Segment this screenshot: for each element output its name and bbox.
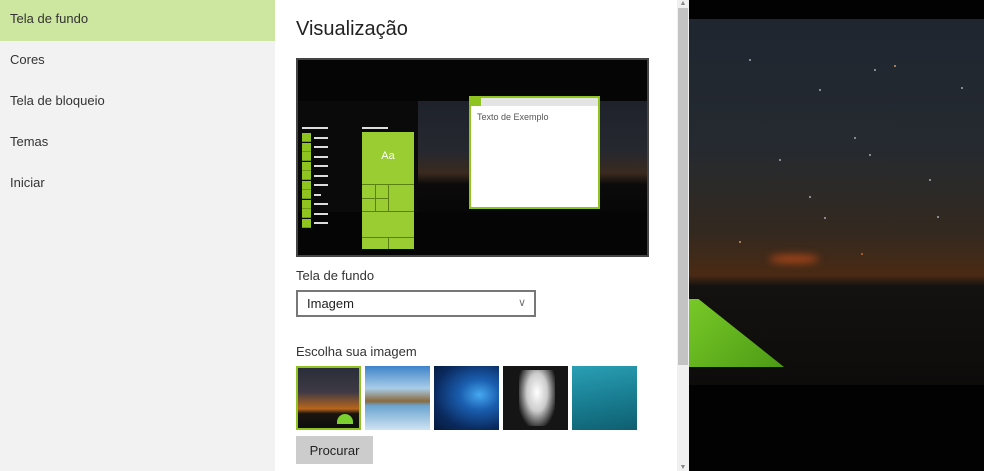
preview-window: Texto de Exemplo xyxy=(469,96,600,209)
background-label: Tela de fundo xyxy=(296,268,375,283)
image-thumbnails xyxy=(296,366,637,430)
preview-sample-text: Texto de Exemplo xyxy=(477,112,549,122)
desktop-preview: Aa Texto de Exemplo xyxy=(296,58,649,257)
desktop-background xyxy=(689,0,984,471)
sidebar-item-iniciar[interactable]: Iniciar xyxy=(0,164,275,205)
thumbnail-underwater[interactable] xyxy=(572,366,637,430)
browse-button[interactable]: Procurar xyxy=(296,436,373,464)
preview-start-tiles: Aa xyxy=(362,127,414,249)
sidebar-item-tela-de-bloqueio[interactable]: Tela de bloqueio xyxy=(0,82,275,123)
preview-start-list xyxy=(302,127,328,228)
background-type-select[interactable]: Imagem ∨ xyxy=(296,290,536,317)
preview-tile-label: Aa xyxy=(381,150,395,162)
thumbnail-beach[interactable] xyxy=(365,366,430,430)
thumbnail-night-sky[interactable] xyxy=(296,366,361,430)
sidebar: Tela de fundo Cores Tela de bloqueio Tem… xyxy=(0,0,275,471)
tent-shape xyxy=(689,299,784,367)
wallpaper-image xyxy=(689,19,984,385)
sidebar-item-temas[interactable]: Temas xyxy=(0,123,275,164)
thumbnail-stormtrooper[interactable] xyxy=(503,366,568,430)
page-title: Visualização xyxy=(296,18,408,40)
scroll-up-icon[interactable]: ▲ xyxy=(677,0,689,7)
choose-image-label: Escolha sua imagem xyxy=(296,344,417,359)
chevron-down-icon: ∨ xyxy=(517,297,526,309)
scroll-down-icon[interactable]: ▼ xyxy=(677,464,689,471)
background-type-value: Imagem xyxy=(307,296,354,311)
main-panel: Visualização Aa Texto de Exemplo Tela de… xyxy=(275,0,677,471)
scrollbar-thumb[interactable] xyxy=(678,8,688,365)
thumbnail-windows[interactable] xyxy=(434,366,499,430)
scrollbar[interactable]: ▲ ▼ xyxy=(677,0,689,471)
sidebar-item-tela-de-fundo[interactable]: Tela de fundo xyxy=(0,0,275,41)
sidebar-item-cores[interactable]: Cores xyxy=(0,41,275,82)
